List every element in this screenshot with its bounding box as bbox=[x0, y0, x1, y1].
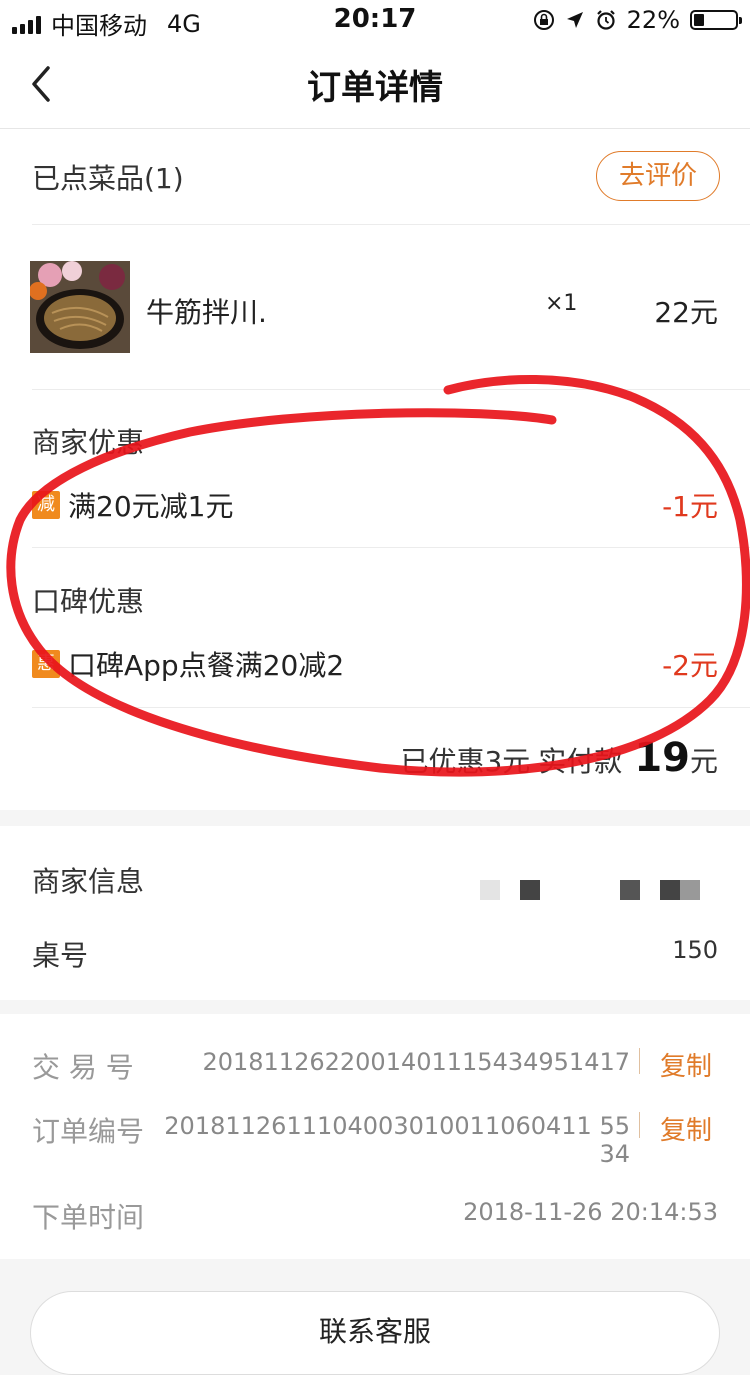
benefit-tag-icon: 惠 bbox=[32, 650, 60, 678]
payment-summary: 已优惠3元 实付款 19元 bbox=[400, 735, 718, 781]
merchant-discount-value: -1元 bbox=[662, 490, 718, 523]
merchant-discount-desc: 满20元减1元 bbox=[68, 490, 234, 523]
copy-order-no-button[interactable]: 复制 bbox=[660, 1110, 712, 1147]
divider bbox=[32, 224, 750, 225]
paid-label: 实付款 bbox=[538, 745, 623, 778]
divider bbox=[32, 389, 750, 390]
koubei-discount-title: 口碑优惠 bbox=[32, 585, 145, 618]
paid-amount: 19 bbox=[634, 735, 690, 781]
table-number: 150 bbox=[672, 936, 718, 964]
order-no-value-line1: 2018112611104003010011060411 55 bbox=[164, 1112, 630, 1140]
nav-bar: 订单详情 bbox=[0, 42, 750, 129]
separator bbox=[639, 1048, 640, 1074]
divider bbox=[32, 547, 750, 548]
koubei-discount-desc: 口碑App点餐满20减2 bbox=[68, 649, 345, 682]
koubei-discount-row: 惠 口碑App点餐满20减2 bbox=[32, 644, 344, 684]
dish-name: 牛筋拌川. bbox=[146, 296, 267, 329]
discount-tag-icon: 减 bbox=[32, 491, 60, 519]
trade-no-label: 交 易 号 bbox=[32, 1051, 134, 1084]
dish-price: 22元 bbox=[654, 296, 718, 329]
contact-area: 联系客服 bbox=[0, 1259, 750, 1375]
order-card: 已点菜品(1) 去评价 牛筋拌川. ×1 22元 商家优惠 减 满20元减1元 … bbox=[0, 129, 750, 810]
saved-amount: 已优惠3元 bbox=[400, 745, 531, 778]
merchant-discount-row: 减 满20元减1元 bbox=[32, 485, 233, 525]
alarm-icon bbox=[596, 10, 615, 30]
order-no-value-line2: 34 bbox=[599, 1140, 630, 1168]
separator bbox=[639, 1112, 640, 1138]
order-no-label: 订单编号 bbox=[32, 1115, 145, 1148]
ordered-items-header: 已点菜品(1) bbox=[32, 162, 184, 195]
merchant-name-redacted bbox=[480, 880, 700, 900]
merchant-info-title: 商家信息 bbox=[32, 865, 145, 898]
contact-service-button[interactable]: 联系客服 bbox=[30, 1291, 720, 1375]
merchant-info-card: 商家信息 桌号 150 bbox=[0, 826, 750, 1000]
trade-no-value: 2018112622001401115434951417 bbox=[202, 1048, 630, 1076]
table-label: 桌号 bbox=[32, 939, 89, 972]
location-arrow-icon bbox=[566, 12, 583, 28]
status-right: 22% bbox=[533, 6, 742, 34]
copy-trade-no-button[interactable]: 复制 bbox=[660, 1046, 712, 1083]
dish-quantity: ×1 bbox=[545, 291, 578, 316]
rotation-lock-icon bbox=[533, 10, 554, 30]
order-time-value: 2018-11-26 20:14:53 bbox=[463, 1198, 718, 1226]
battery-icon bbox=[690, 10, 742, 30]
paid-unit: 元 bbox=[689, 745, 718, 778]
transaction-card: 交 易 号 2018112622001401115434951417 复制 订单… bbox=[0, 1014, 750, 1259]
status-bar: 中国移动 4G 20:17 22% bbox=[0, 0, 750, 42]
merchant-discount-title: 商家优惠 bbox=[32, 426, 145, 459]
divider bbox=[32, 707, 750, 708]
page-title: 订单详情 bbox=[307, 68, 443, 108]
dish-thumbnail bbox=[30, 261, 130, 353]
dish-photo-icon bbox=[30, 261, 130, 353]
review-button[interactable]: 去评价 bbox=[596, 151, 720, 201]
order-time-label: 下单时间 bbox=[32, 1201, 145, 1234]
battery-percent: 22% bbox=[626, 6, 680, 34]
koubei-discount-value: -2元 bbox=[662, 649, 718, 682]
